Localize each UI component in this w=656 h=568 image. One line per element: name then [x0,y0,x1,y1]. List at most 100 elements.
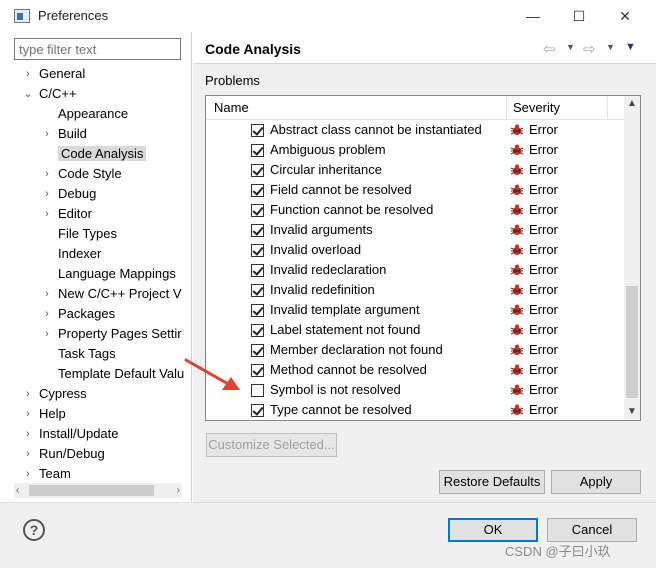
column-divider[interactable] [607,96,608,120]
table-row[interactable]: Field cannot be resolved Error [206,180,625,200]
problem-severity[interactable]: Error [529,160,558,180]
expand-chevron-icon[interactable]: › [22,384,34,404]
tree-item[interactable]: Appearance [41,104,128,124]
problem-severity[interactable]: Error [529,340,558,360]
restore-defaults-button[interactable]: Restore Defaults [439,470,545,494]
problem-severity[interactable]: Error [529,260,558,280]
tree-item[interactable]: › Build [41,124,87,144]
problem-checkbox[interactable] [251,304,264,317]
expand-chevron-icon[interactable]: › [41,204,53,224]
tree-item[interactable]: File Types [41,224,117,244]
expand-chevron-icon[interactable]: › [41,284,53,304]
problem-severity[interactable]: Error [529,360,558,380]
expand-chevron-icon[interactable]: › [41,324,53,344]
ok-button[interactable]: OK [448,518,538,542]
close-button[interactable]: ✕ [602,0,648,32]
problem-checkbox[interactable] [251,224,264,237]
expand-chevron-icon[interactable]: › [41,124,53,144]
table-row[interactable]: Ambiguous problem Error [206,140,625,160]
tree-item[interactable]: Template Default Valu [41,364,184,384]
table-row[interactable]: Type cannot be resolved Error [206,400,625,420]
problem-severity[interactable]: Error [529,280,558,300]
cancel-button[interactable]: Cancel [547,518,637,542]
tree-item[interactable]: Task Tags [41,344,116,364]
expand-chevron-icon[interactable]: › [41,304,53,324]
problem-severity[interactable]: Error [529,240,558,260]
column-header-severity[interactable]: Severity [513,100,560,115]
tree-scroll-thumb[interactable] [29,485,154,496]
problem-checkbox[interactable] [251,284,264,297]
scroll-down-arrow-icon[interactable]: ▼ [624,404,640,420]
expand-chevron-icon[interactable]: › [22,404,34,424]
problem-severity[interactable]: Error [529,140,558,160]
minimize-button[interactable]: — [510,0,556,32]
table-row[interactable]: Invalid redeclaration Error [206,260,625,280]
tree-item[interactable]: › Packages [41,304,115,324]
problem-checkbox[interactable] [251,144,264,157]
table-row[interactable]: Invalid overload Error [206,240,625,260]
maximize-button[interactable]: ☐ [556,0,602,32]
problem-checkbox[interactable] [251,264,264,277]
tree-item[interactable]: ⌄ C/C++ [22,84,76,104]
table-vertical-scrollbar[interactable]: ▲ ▼ [624,96,640,420]
apply-button[interactable]: Apply [551,470,641,494]
back-arrow-icon[interactable]: ⇦ [543,40,556,58]
tree-item[interactable]: › Property Pages Settir [41,324,181,344]
tree-item[interactable]: › Debug [41,184,96,204]
problem-checkbox[interactable] [251,364,264,377]
expand-chevron-icon[interactable]: › [41,184,53,204]
problem-checkbox[interactable] [251,244,264,257]
tree-item[interactable]: Indexer [41,244,101,264]
tree-item[interactable]: › General [22,64,85,84]
tree-horizontal-scrollbar[interactable]: ‹ › [14,483,182,498]
problem-checkbox[interactable] [251,344,264,357]
problem-checkbox[interactable] [251,124,264,137]
tree-item[interactable]: › Team [22,464,71,484]
problem-severity[interactable]: Error [529,300,558,320]
problem-checkbox[interactable] [251,204,264,217]
problem-checkbox[interactable] [251,404,264,417]
forward-dropdown-icon[interactable]: ▼ [606,42,615,52]
table-scroll-thumb[interactable] [626,286,638,398]
forward-arrow-icon[interactable]: ⇨ [583,40,596,58]
scroll-up-arrow-icon[interactable]: ▲ [624,96,640,112]
table-row[interactable]: Invalid redefinition Error [206,280,625,300]
tree-item[interactable]: › Editor [41,204,92,224]
expand-chevron-icon[interactable]: › [22,424,34,444]
view-menu-icon[interactable]: ▼ [625,41,636,53]
tree-item[interactable]: Code Analysis [41,144,147,164]
table-row[interactable]: Circular inheritance Error [206,160,625,180]
column-header-name[interactable]: Name [214,100,249,115]
table-row[interactable]: Abstract class cannot be instantiated Err… [206,120,625,140]
problem-severity[interactable]: Error [529,320,558,340]
problem-checkbox[interactable] [251,324,264,337]
problem-severity[interactable]: Error [529,400,558,420]
expand-chevron-icon[interactable]: › [22,444,34,464]
table-row[interactable]: Function cannot be resolved Error [206,200,625,220]
problem-severity[interactable]: Error [529,220,558,240]
table-row[interactable]: Symbol is not resolved Error [206,380,625,400]
table-row[interactable]: Invalid arguments Error [206,220,625,240]
back-dropdown-icon[interactable]: ▼ [566,42,575,52]
expand-chevron-icon[interactable]: › [22,464,34,484]
help-icon[interactable]: ? [23,519,45,541]
table-row[interactable]: Method cannot be resolved Error [206,360,625,380]
expand-chevron-icon[interactable]: › [41,164,53,184]
column-divider[interactable] [506,96,507,120]
tree-item[interactable]: › Install/Update [22,424,118,444]
customize-selected-button[interactable]: Customize Selected... [206,433,337,457]
tree-item[interactable]: › New C/C++ Project V [41,284,181,304]
problem-checkbox[interactable] [251,384,264,397]
tree-item[interactable]: › Run/Debug [22,444,105,464]
tree-item[interactable]: Language Mappings [41,264,176,284]
tree-item[interactable]: › Code Style [41,164,121,184]
collapse-chevron-icon[interactable]: ⌄ [22,84,34,104]
tree-item[interactable]: › Cypress [22,384,87,404]
table-row[interactable]: Label statement not found Error [206,320,625,340]
problem-severity[interactable]: Error [529,380,558,400]
tree-item[interactable]: › Help [22,404,66,424]
scroll-left-arrow-icon[interactable]: ‹ [16,483,19,498]
table-row[interactable]: Invalid template argument Error [206,300,625,320]
problem-severity[interactable]: Error [529,180,558,200]
problem-checkbox[interactable] [251,184,264,197]
